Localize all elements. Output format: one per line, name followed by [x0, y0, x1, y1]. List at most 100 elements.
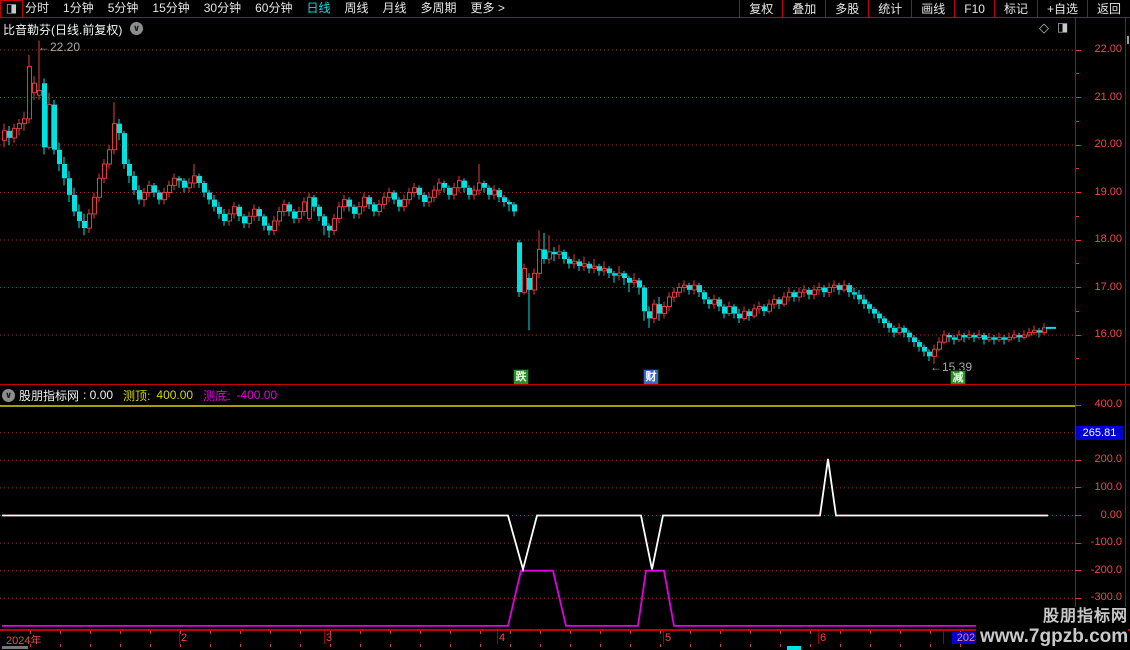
period-tab-日线[interactable]: 日线	[306, 0, 330, 17]
candle-down	[607, 269, 612, 274]
candle-down	[882, 318, 887, 323]
candle-up	[33, 83, 37, 93]
candle-up	[673, 292, 677, 297]
date-tick	[90, 631, 91, 634]
date-tick	[480, 631, 481, 634]
candle-down	[552, 252, 557, 254]
pane-separator[interactable]	[0, 384, 1130, 385]
window-right-border	[1125, 17, 1126, 644]
date-tick	[750, 644, 751, 647]
date-tick	[600, 631, 601, 634]
period-tab-周线[interactable]: 周线	[344, 0, 368, 17]
month-separator	[818, 631, 819, 644]
candle-up	[988, 337, 992, 339]
date-tick	[270, 644, 271, 647]
axis-tick	[1075, 543, 1081, 544]
candle-up	[803, 290, 807, 292]
period-tab-更多 >[interactable]: 更多 >	[471, 0, 505, 17]
date-tick	[60, 631, 61, 634]
high-price-annotation: ←22.20	[38, 40, 80, 54]
candle-down	[292, 212, 297, 219]
tool-button-+自选[interactable]: +自选	[1037, 0, 1087, 17]
candle-down	[417, 188, 422, 195]
tool-button-返回[interactable]: 返回	[1087, 0, 1130, 17]
tool-button-F10[interactable]: F10	[954, 0, 994, 17]
chart-title: 比音勒芬(日线.前复权)	[3, 21, 122, 38]
period-tab-1分钟[interactable]: 1分钟	[63, 0, 94, 17]
candle-up	[18, 124, 22, 129]
indicator-plot[interactable]	[0, 405, 1075, 629]
date-tick	[240, 631, 241, 634]
period-tab-60分钟[interactable]: 60分钟	[255, 0, 292, 17]
chevron-down-circle-icon[interactable]	[130, 22, 143, 35]
candle-up	[108, 150, 112, 164]
tool-button-统计[interactable]: 统计	[868, 0, 911, 17]
indicator-tick-label: -100.0	[1080, 536, 1122, 548]
date-tick	[720, 631, 721, 634]
candlestick-plot[interactable]	[0, 38, 1075, 385]
tool-button-标记[interactable]: 标记	[994, 0, 1037, 17]
candle-up	[668, 297, 672, 307]
date-tick	[360, 631, 361, 634]
period-tab-30分钟[interactable]: 30分钟	[204, 0, 241, 17]
period-tab-5分钟[interactable]: 5分钟	[108, 0, 139, 17]
app-window: 分时 1分钟 5分钟 15分钟 30分钟 60分钟日线周线月线多周期更多 > 复权叠加多股…	[0, 0, 1130, 650]
period-tab-月线[interactable]: 月线	[383, 0, 407, 17]
candle-up	[773, 299, 777, 304]
candle-up	[363, 197, 367, 207]
tool-button-画线[interactable]: 画线	[911, 0, 954, 17]
period-tab-分时[interactable]: 分时	[25, 0, 49, 17]
candle-down	[972, 335, 977, 337]
period-tab-15分钟[interactable]: 15分钟	[152, 0, 189, 17]
candle-up	[1013, 335, 1017, 337]
date-tick	[330, 644, 331, 647]
candle-down	[637, 280, 642, 287]
candle-down	[82, 221, 87, 228]
candle-up	[188, 183, 192, 188]
candle-down	[222, 214, 227, 221]
candle-up	[1023, 335, 1027, 337]
candle-up	[473, 190, 477, 195]
layout-toggle-button[interactable]	[0, 0, 23, 18]
candle-up	[788, 292, 792, 297]
candle-up	[538, 250, 542, 274]
date-tick	[930, 631, 931, 634]
indicator-name[interactable]: 股朋指标网	[19, 387, 79, 404]
candle-up	[453, 188, 457, 195]
candle-up	[843, 285, 847, 290]
candle-up	[303, 202, 307, 212]
tool-button-叠加[interactable]: 叠加	[782, 0, 825, 17]
price-tick-label: 17.00	[1080, 281, 1122, 293]
tool-button-多股[interactable]: 多股	[825, 0, 868, 17]
candle-down	[442, 183, 447, 188]
chevron-down-circle-icon[interactable]	[2, 389, 15, 402]
date-tick	[240, 644, 241, 647]
candle-up	[98, 178, 102, 197]
split-window-icon[interactable]	[1057, 20, 1068, 34]
date-tick	[540, 631, 541, 634]
period-tab-多周期[interactable]: 多周期	[421, 0, 457, 17]
candle-up	[633, 280, 637, 282]
candle-down	[912, 337, 917, 342]
candle-down	[177, 178, 182, 180]
date-tick	[840, 644, 841, 647]
tool-buttons: 复权叠加多股统计画线F10标记+自选返回	[739, 0, 1130, 17]
date-tick	[900, 631, 901, 634]
candle-down	[42, 83, 47, 147]
date-tick	[720, 644, 721, 647]
candle-down	[1002, 337, 1007, 339]
candle-down	[902, 328, 907, 333]
candle-up	[13, 128, 17, 138]
tool-button-复权[interactable]: 复权	[739, 0, 782, 17]
candle-up	[693, 285, 697, 290]
candle-up	[253, 209, 257, 216]
candle-down	[852, 292, 857, 294]
indicator-header: 股朋指标网 : 0.00 测顶: 400.00 测底: -400.00	[0, 386, 1130, 404]
candle-up	[683, 285, 687, 287]
candle-up	[978, 335, 982, 337]
candle-up	[653, 304, 657, 318]
scrollbar-thumb[interactable]	[1127, 36, 1129, 44]
date-tick	[750, 631, 751, 634]
diamond-icon[interactable]	[1039, 20, 1049, 36]
date-tick	[600, 644, 601, 647]
